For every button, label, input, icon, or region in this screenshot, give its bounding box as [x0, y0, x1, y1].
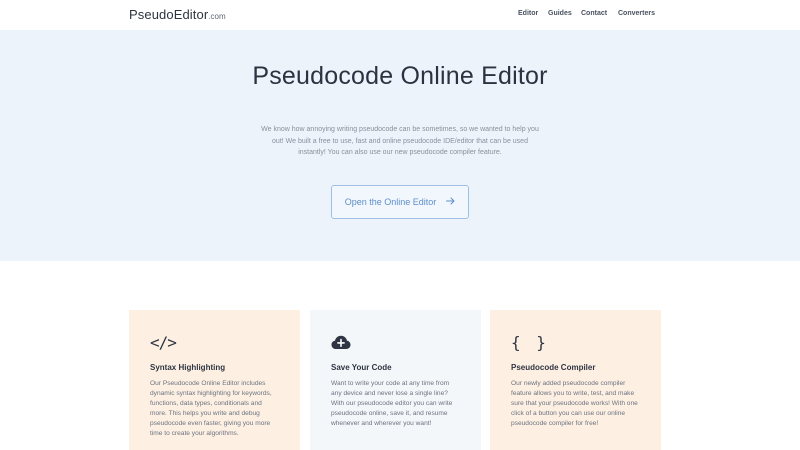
open-editor-button[interactable]: Open the Online Editor: [331, 185, 469, 219]
code-icon: </>: [150, 332, 177, 352]
nav-link-contact[interactable]: Contact: [581, 10, 607, 17]
feature-title: Syntax Highlighting: [150, 363, 226, 372]
feature-title: Save Your Code: [331, 363, 392, 372]
feature-title: Pseudocode Compiler: [511, 363, 596, 372]
feature-card-syntax: </> Syntax Highlighting Our Pseudocode O…: [129, 310, 300, 450]
curly-braces-icon: { }: [511, 332, 549, 352]
cloud-upload-icon: [331, 331, 460, 353]
hero-title: Pseudocode Online Editor: [252, 62, 548, 90]
hero-section: Pseudocode Online Editor We know how ann…: [0, 30, 800, 261]
feature-text: Our Pseudocode Online Editor includes dy…: [150, 380, 272, 437]
feature-card-compiler: { } Pseudocode Compiler Our newly added …: [490, 310, 661, 450]
nav-link-converters[interactable]: Converters: [618, 10, 655, 17]
nav-links: Editor Guides Contact Converters: [0, 10, 800, 22]
nav-link-editor[interactable]: Editor: [518, 10, 538, 17]
nav-link-guides[interactable]: Guides: [548, 10, 572, 17]
open-editor-label: Open the Online Editor: [344, 197, 437, 207]
top-navbar: PseudoEditor .com Editor Guides Contact …: [0, 0, 800, 30]
feature-text: Our newly added pseudocode compiler feat…: [511, 380, 638, 427]
feature-card-save: Save Your Code Want to write your code a…: [310, 310, 481, 450]
feature-text: Want to write your code at any time from…: [331, 380, 453, 427]
arrow-right-icon: [446, 197, 455, 208]
hero-description: We know how annoying writing pseudocode …: [261, 126, 539, 156]
